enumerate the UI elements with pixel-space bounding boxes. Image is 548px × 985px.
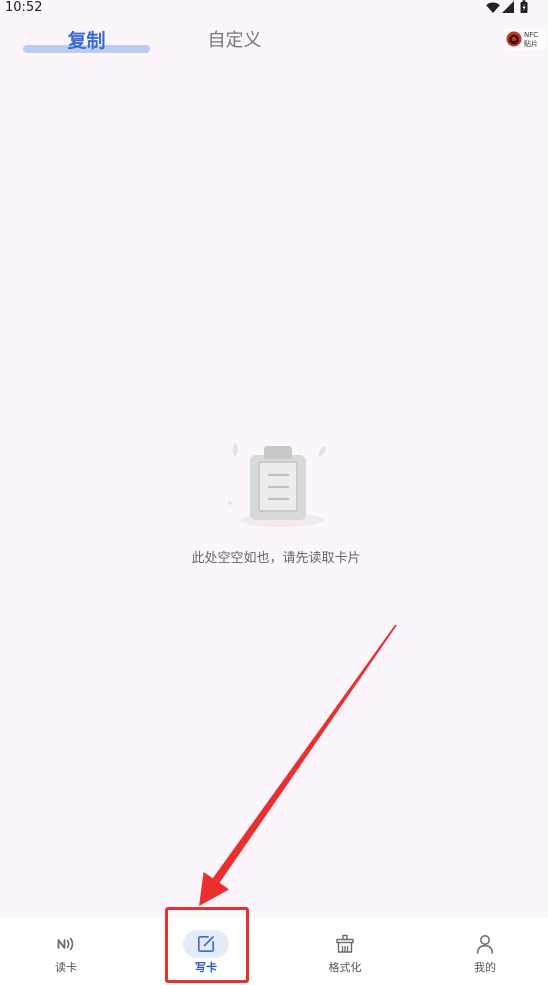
tab-custom[interactable]: 自定义: [171, 26, 298, 56]
nav-label-read-card: 读卡: [55, 961, 77, 974]
tab-custom-label: 自定义: [207, 30, 262, 51]
tab-copy-label: 复制: [67, 30, 106, 52]
battery-icon: [520, 0, 528, 13]
wifi-icon: [486, 2, 500, 13]
nfc-sticker-logo: NFC 贴片: [505, 29, 545, 50]
person-icon: [477, 935, 493, 954]
status-time: 10:52: [5, 0, 43, 15]
logo-text-sticker: 贴片: [524, 40, 538, 48]
nav-item-profile[interactable]: 我的: [435, 917, 535, 985]
signal-icon: [502, 1, 514, 13]
nav-item-read-card[interactable]: 读卡: [16, 917, 116, 985]
nav-icon-container: [183, 930, 229, 958]
logo-text-nfc: NFC: [524, 31, 539, 39]
nav-icon-container: [462, 930, 508, 958]
nav-item-write-card[interactable]: 写卡: [156, 917, 256, 985]
nav-item-format[interactable]: 格式化: [295, 917, 395, 985]
nav-label-write-card: 写卡: [195, 961, 217, 974]
nfc-read-icon: [57, 937, 74, 951]
nav-label-format: 格式化: [328, 961, 362, 974]
status-bar: 10:52: [0, 0, 548, 16]
edit-icon: [197, 935, 215, 953]
empty-state-message: 此处空空如也，请先读取卡片: [191, 551, 361, 566]
bottom-nav: 读卡 写卡 格式化 我的: [0, 917, 548, 985]
nav-icon-container: [43, 930, 89, 958]
logo-mark-icon: [506, 31, 522, 47]
nav-label-profile: 我的: [474, 961, 496, 974]
tab-copy[interactable]: 复制: [23, 26, 150, 56]
empty-clipboard-icon: [228, 443, 326, 527]
nav-icon-container: [322, 930, 368, 958]
format-basket-icon: [336, 934, 354, 953]
